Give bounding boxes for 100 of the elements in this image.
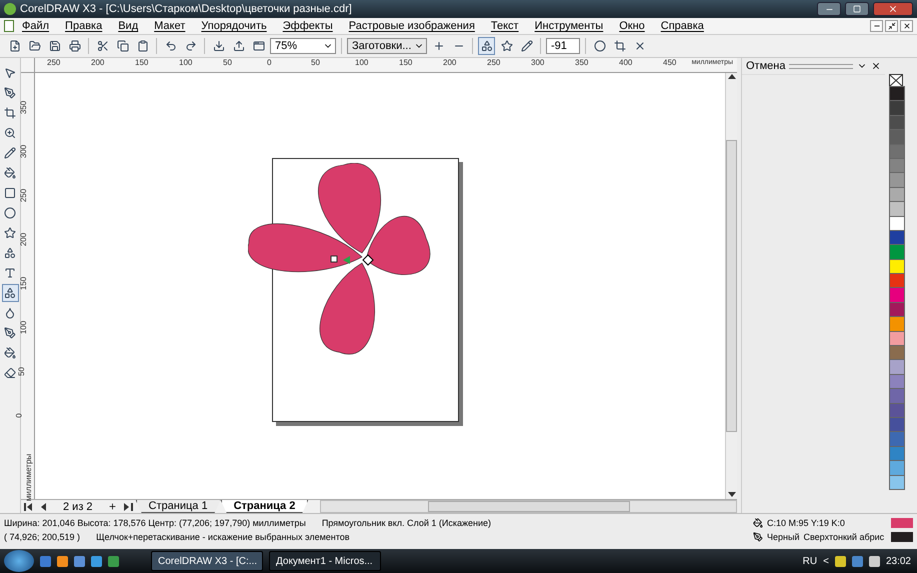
color-swatch[interactable]	[889, 201, 905, 217]
ruler-label: 50	[223, 58, 232, 67]
quick-launch-icon[interactable]	[91, 556, 102, 566]
maximize-icon	[853, 5, 861, 13]
menu-item[interactable]: Упорядочить	[193, 20, 275, 32]
color-swatch[interactable]	[889, 345, 905, 360]
angle-field[interactable]: -91	[546, 38, 580, 54]
ruler-label: 200	[19, 232, 28, 246]
menu-item[interactable]: Справка	[652, 20, 712, 32]
maximize-button[interactable]	[845, 2, 869, 16]
color-swatch[interactable]	[889, 100, 905, 116]
language-indicator[interactable]: RU	[802, 556, 818, 566]
quick-launch-icon[interactable]	[108, 556, 119, 566]
color-swatch[interactable]	[889, 86, 905, 102]
quick-launch-icon[interactable]	[74, 556, 85, 566]
color-swatch[interactable]	[889, 431, 905, 447]
color-swatch[interactable]	[889, 388, 905, 404]
minimize-button[interactable]	[870, 20, 883, 32]
color-swatch[interactable]	[889, 244, 905, 260]
ruler-label: 50	[16, 367, 26, 376]
taskbar-button[interactable]: Документ1 - Micros...	[269, 551, 381, 571]
tray-icon[interactable]	[834, 556, 846, 566]
close-icon	[902, 22, 910, 30]
ruler-label: 200	[443, 58, 456, 67]
color-swatch[interactable]	[889, 460, 905, 476]
menu-item[interactable]: Инструменты	[526, 20, 612, 32]
restore-button[interactable]	[885, 20, 898, 32]
quick-launch-icon[interactable]	[40, 556, 51, 566]
no-color-swatch[interactable]	[889, 74, 903, 87]
page-tab[interactable]: Страница 2	[220, 500, 308, 513]
ruler-label: 450	[663, 58, 676, 67]
color-swatch[interactable]	[889, 172, 905, 188]
horizontal-scrollbar[interactable]	[320, 500, 737, 513]
object-info: Прямоугольник вкл. Слой 1 (Искажение)	[322, 518, 492, 528]
fill-value: C:10 M:95 Y:19 K:0	[767, 518, 845, 528]
app-icon	[4, 3, 16, 15]
ruler-label: 150	[19, 276, 28, 290]
ruler-label: 300	[531, 58, 544, 67]
color-swatch[interactable]	[889, 144, 905, 159]
zoom-dropdown[interactable]: 75%	[270, 38, 336, 54]
restore-icon	[888, 22, 896, 30]
bar-icon	[130, 502, 133, 510]
quick-launch-icon[interactable]	[57, 556, 68, 566]
ruler-label: 250	[47, 58, 60, 67]
menu-item[interactable]: Макет	[146, 20, 194, 32]
color-swatch[interactable]	[889, 129, 905, 145]
close-button[interactable]	[873, 2, 913, 16]
color-swatch[interactable]	[889, 216, 905, 231]
ruler-label: 350	[575, 58, 588, 67]
vertical-scrollbar[interactable]	[725, 73, 737, 499]
ruler-label: 300	[19, 144, 28, 158]
tray-toggle[interactable]: <	[823, 556, 829, 566]
outline-width: Сверхтонкий абрис	[803, 532, 884, 542]
color-swatch[interactable]	[889, 359, 905, 375]
menu-item[interactable]: Вид	[110, 20, 146, 32]
page-counter: 2 из 2	[62, 500, 94, 512]
hint-text: Щелчок+перетаскивание - искажение выбранных элементов	[96, 532, 350, 542]
menu-item[interactable]: Правка	[57, 20, 110, 32]
close-icon[interactable]	[871, 61, 881, 71]
menu-item[interactable]: Эффекты	[274, 20, 341, 32]
ruler-label: 250	[19, 188, 28, 202]
ruler-label: 400	[619, 58, 632, 67]
docker-title: Отмена	[746, 60, 786, 72]
ruler-label: 150	[399, 58, 412, 67]
plus-icon	[108, 502, 117, 511]
ruler-label: 250	[487, 58, 500, 67]
ruler-label: 100	[355, 58, 368, 67]
ruler-label: 200	[91, 58, 104, 67]
ruler-label: 350	[19, 100, 28, 114]
presets-dropdown[interactable]: Заготовки...	[347, 38, 427, 54]
color-swatch[interactable]	[889, 474, 905, 490]
color-swatch[interactable]	[889, 273, 905, 288]
ruler-unit: миллиметры	[24, 454, 34, 502]
cursor-coordinates: ( 74,926; 200,519 )	[4, 532, 80, 542]
ruler-label: 0	[267, 58, 272, 67]
color-swatch[interactable]	[889, 316, 905, 332]
taskbar-button[interactable]: CorelDRAW X3 - [C:...	[151, 551, 263, 571]
close-button[interactable]	[900, 20, 913, 32]
start-button[interactable]	[4, 550, 34, 572]
ruler-label: 100	[179, 58, 192, 67]
outline-color: Черный	[767, 532, 800, 542]
ruler-label: 150	[135, 58, 148, 67]
ruler-label: 50	[311, 58, 320, 67]
menu-item[interactable]: Окно	[611, 20, 653, 32]
color-swatch[interactable]	[889, 402, 905, 418]
clock: 23:02	[886, 556, 911, 566]
menu-item[interactable]: Текст	[482, 20, 527, 32]
page-tab[interactable]: Страница 1	[136, 500, 221, 513]
tool-icon[interactable]	[2, 284, 18, 302]
dimensions-text: Ширина: 201,046 Высота: 178,576 Центр: (77,206; 197,790) миллиметры	[4, 518, 306, 528]
close-icon	[888, 4, 898, 14]
fill-icon	[753, 518, 763, 528]
right-arrow-icon	[122, 502, 131, 510]
menu-item[interactable]: Файл	[14, 20, 58, 32]
ruler-label: 0	[14, 413, 24, 418]
ruler-label: 100	[19, 320, 28, 334]
pen-icon	[753, 532, 763, 542]
menu-item[interactable]: Растровые изображения	[340, 20, 483, 32]
color-swatch[interactable]	[889, 287, 905, 303]
window-title: CorelDRAW X3 - [C:\Users\Старком\Desktop\цветочки разные.cdr]	[20, 3, 353, 15]
